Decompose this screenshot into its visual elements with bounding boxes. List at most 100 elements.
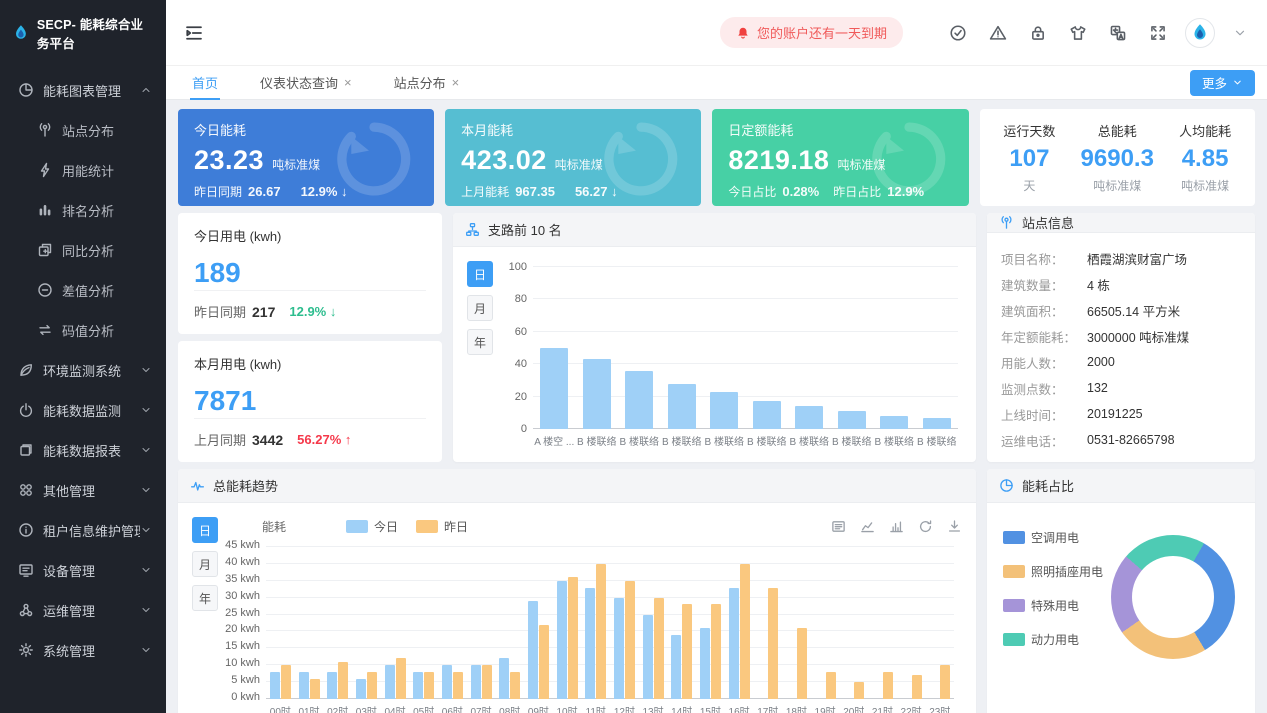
sidebar-item-tenant-info-mgmt[interactable]: 租户信息维护管理 (0, 510, 166, 550)
bar-group-00时 (266, 547, 295, 699)
legend-swatch (1003, 599, 1025, 612)
footer-value: 217 (252, 304, 275, 320)
site-info-row: 用能人数：2000 (1001, 349, 1241, 375)
sidebar-item-energy-chart-mgmt[interactable]: 能耗图表管理 (0, 70, 166, 110)
trend-toggle-日[interactable]: 日 (192, 517, 218, 543)
kpi-title: 本月能耗 (461, 120, 685, 139)
kpi-value: 23.23 (194, 145, 264, 176)
account-expiry-alert[interactable]: 您的账户还有一天到期 (720, 17, 903, 48)
bar-group-02时 (323, 547, 352, 699)
warning-triangle-icon[interactable] (989, 24, 1007, 42)
bar (625, 581, 635, 699)
legend-item-照明插座用电[interactable]: 照明插座用电 (1003, 563, 1103, 580)
stat-value: 107 (986, 145, 1074, 173)
sidebar-item-difference-analysis[interactable]: 差值分析 (0, 270, 166, 310)
bar (795, 406, 823, 429)
legend-item-昨日[interactable]: 昨日 (416, 518, 468, 535)
refresh-icon[interactable] (918, 519, 933, 534)
legend-item-动力用电[interactable]: 动力用电 (1003, 631, 1103, 648)
x-tick-label: 23时 (925, 703, 954, 713)
site-info-value: 4 栋 (1087, 275, 1110, 294)
lock-icon[interactable] (1029, 24, 1047, 42)
chevron-down-icon (140, 484, 152, 496)
sidebar-item-system-mgmt[interactable]: 系统管理 (0, 630, 166, 670)
branch-toggle-日[interactable]: 日 (467, 261, 493, 287)
x-tick-label: B 楼联络 (788, 433, 831, 448)
x-tick-label: 15时 (696, 703, 725, 713)
legend-label: 昨日 (444, 518, 468, 535)
bar (671, 635, 681, 699)
tab-首页[interactable]: 首页 (184, 66, 226, 100)
x-tick-label: 20时 (839, 703, 868, 713)
sidebar-submenu: 站点分布用能统计排名分析同比分析差值分析码值分析 (0, 110, 166, 350)
barchart-icon[interactable] (889, 519, 904, 534)
sidebar-item-env-monitoring[interactable]: 环境监测系统 (0, 350, 166, 390)
tshirt-icon[interactable] (1069, 24, 1087, 42)
sidebar-item-label: 能耗数据监测 (43, 401, 140, 420)
tab-仪表状态查询[interactable]: 仪表状态查询× (252, 66, 360, 100)
fullscreen-icon[interactable] (1149, 24, 1167, 42)
legend-swatch (416, 520, 438, 533)
y-tick-label: 100 (509, 261, 527, 273)
bar-group-23时 (925, 547, 954, 699)
y-tick-label: 20 kwh (225, 623, 260, 635)
sidebar-item-site-distribution[interactable]: 站点分布 (0, 110, 166, 150)
legend-swatch (1003, 531, 1025, 544)
branch-toggle-月[interactable]: 月 (467, 295, 493, 321)
kpi-value: 423.02 (461, 145, 547, 176)
trend-toggle-年[interactable]: 年 (192, 585, 218, 611)
download-icon[interactable] (947, 519, 962, 534)
sidebar-item-energy-data-report[interactable]: 能耗数据报表 (0, 430, 166, 470)
sidebar-item-code-value-analysis[interactable]: 码值分析 (0, 310, 166, 350)
panel-title: 站点信息 (1022, 213, 1074, 232)
bar (442, 665, 452, 699)
minus-circle-icon (37, 282, 53, 298)
bar-group-14时 (667, 547, 696, 699)
bar (940, 665, 950, 699)
trend-toggle-月[interactable]: 月 (192, 551, 218, 577)
grid-icon (18, 482, 34, 498)
dataview-icon[interactable] (831, 519, 846, 534)
legend-item-空调用电[interactable]: 空调用电 (1003, 529, 1103, 546)
branch-toggle-年[interactable]: 年 (467, 329, 493, 355)
change-badge: 12.9% ↓ (289, 304, 336, 319)
avatar[interactable] (1185, 18, 1215, 48)
header-icons (949, 24, 1167, 42)
trend-chart-main: 能耗 今日昨日 0 kwh5 kwh10 kwh15 kwh20 kwh25 k… (218, 503, 976, 713)
branch-plot-area: A 楼空 ...B 楼联络B 楼联络B 楼联络B 楼联络B 楼联络B 楼联络B … (533, 267, 966, 462)
legend-item-特殊用电[interactable]: 特殊用电 (1003, 597, 1103, 614)
sidebar-item-device-mgmt[interactable]: 设备管理 (0, 550, 166, 590)
collapse-menu-icon[interactable] (184, 23, 204, 43)
translate-icon[interactable] (1109, 24, 1127, 42)
linechart-icon[interactable] (860, 519, 875, 534)
sidebar-item-energy-data-monitoring[interactable]: 能耗数据监测 (0, 390, 166, 430)
chevron-down-icon (140, 604, 152, 616)
bar (585, 588, 595, 699)
more-button[interactable]: 更多 (1190, 70, 1255, 96)
chevron-down-icon[interactable] (1233, 26, 1247, 40)
sidebar-item-other-mgmt[interactable]: 其他管理 (0, 470, 166, 510)
x-tick-label: 03时 (352, 703, 381, 713)
sidebar-item-energy-usage-stats[interactable]: 用能统计 (0, 150, 166, 190)
check-circle-icon[interactable] (949, 24, 967, 42)
site-info-label: 上线时间： (1001, 405, 1087, 424)
sidebar-item-ops-mgmt[interactable]: 运维管理 (0, 590, 166, 630)
site-info-label: 用能人数： (1001, 353, 1087, 372)
y-tick-label: 40 (515, 358, 527, 370)
site-info-value: 栖霞湖滨财富广场 (1087, 249, 1187, 268)
trend-chart-body: 日月年 能耗 今日昨日 0 kwh5 kwh10 kwh15 kwh20 kwh… (178, 503, 976, 713)
donut-chart (1111, 535, 1235, 659)
sidebar: SECP- 能耗综合业务平台 能耗图表管理站点分布用能统计排名分析同比分析差值分… (0, 0, 166, 713)
tab-close-icon[interactable]: × (452, 76, 460, 89)
compare-icon (37, 242, 53, 258)
stat-运行天数: 运行天数107天 (986, 121, 1074, 194)
sidebar-item-ranking-analysis[interactable]: 排名分析 (0, 190, 166, 230)
legend-item-今日[interactable]: 今日 (346, 518, 398, 535)
bar-rank-icon (37, 202, 53, 218)
trend-period-toggle: 日月年 (178, 503, 218, 713)
stat-unit: 吨标准煤 (1161, 177, 1249, 194)
tab-close-icon[interactable]: × (344, 76, 352, 89)
bar-group-21时 (868, 547, 897, 699)
sidebar-item-yoy-analysis[interactable]: 同比分析 (0, 230, 166, 270)
tab-站点分布[interactable]: 站点分布× (386, 66, 468, 100)
